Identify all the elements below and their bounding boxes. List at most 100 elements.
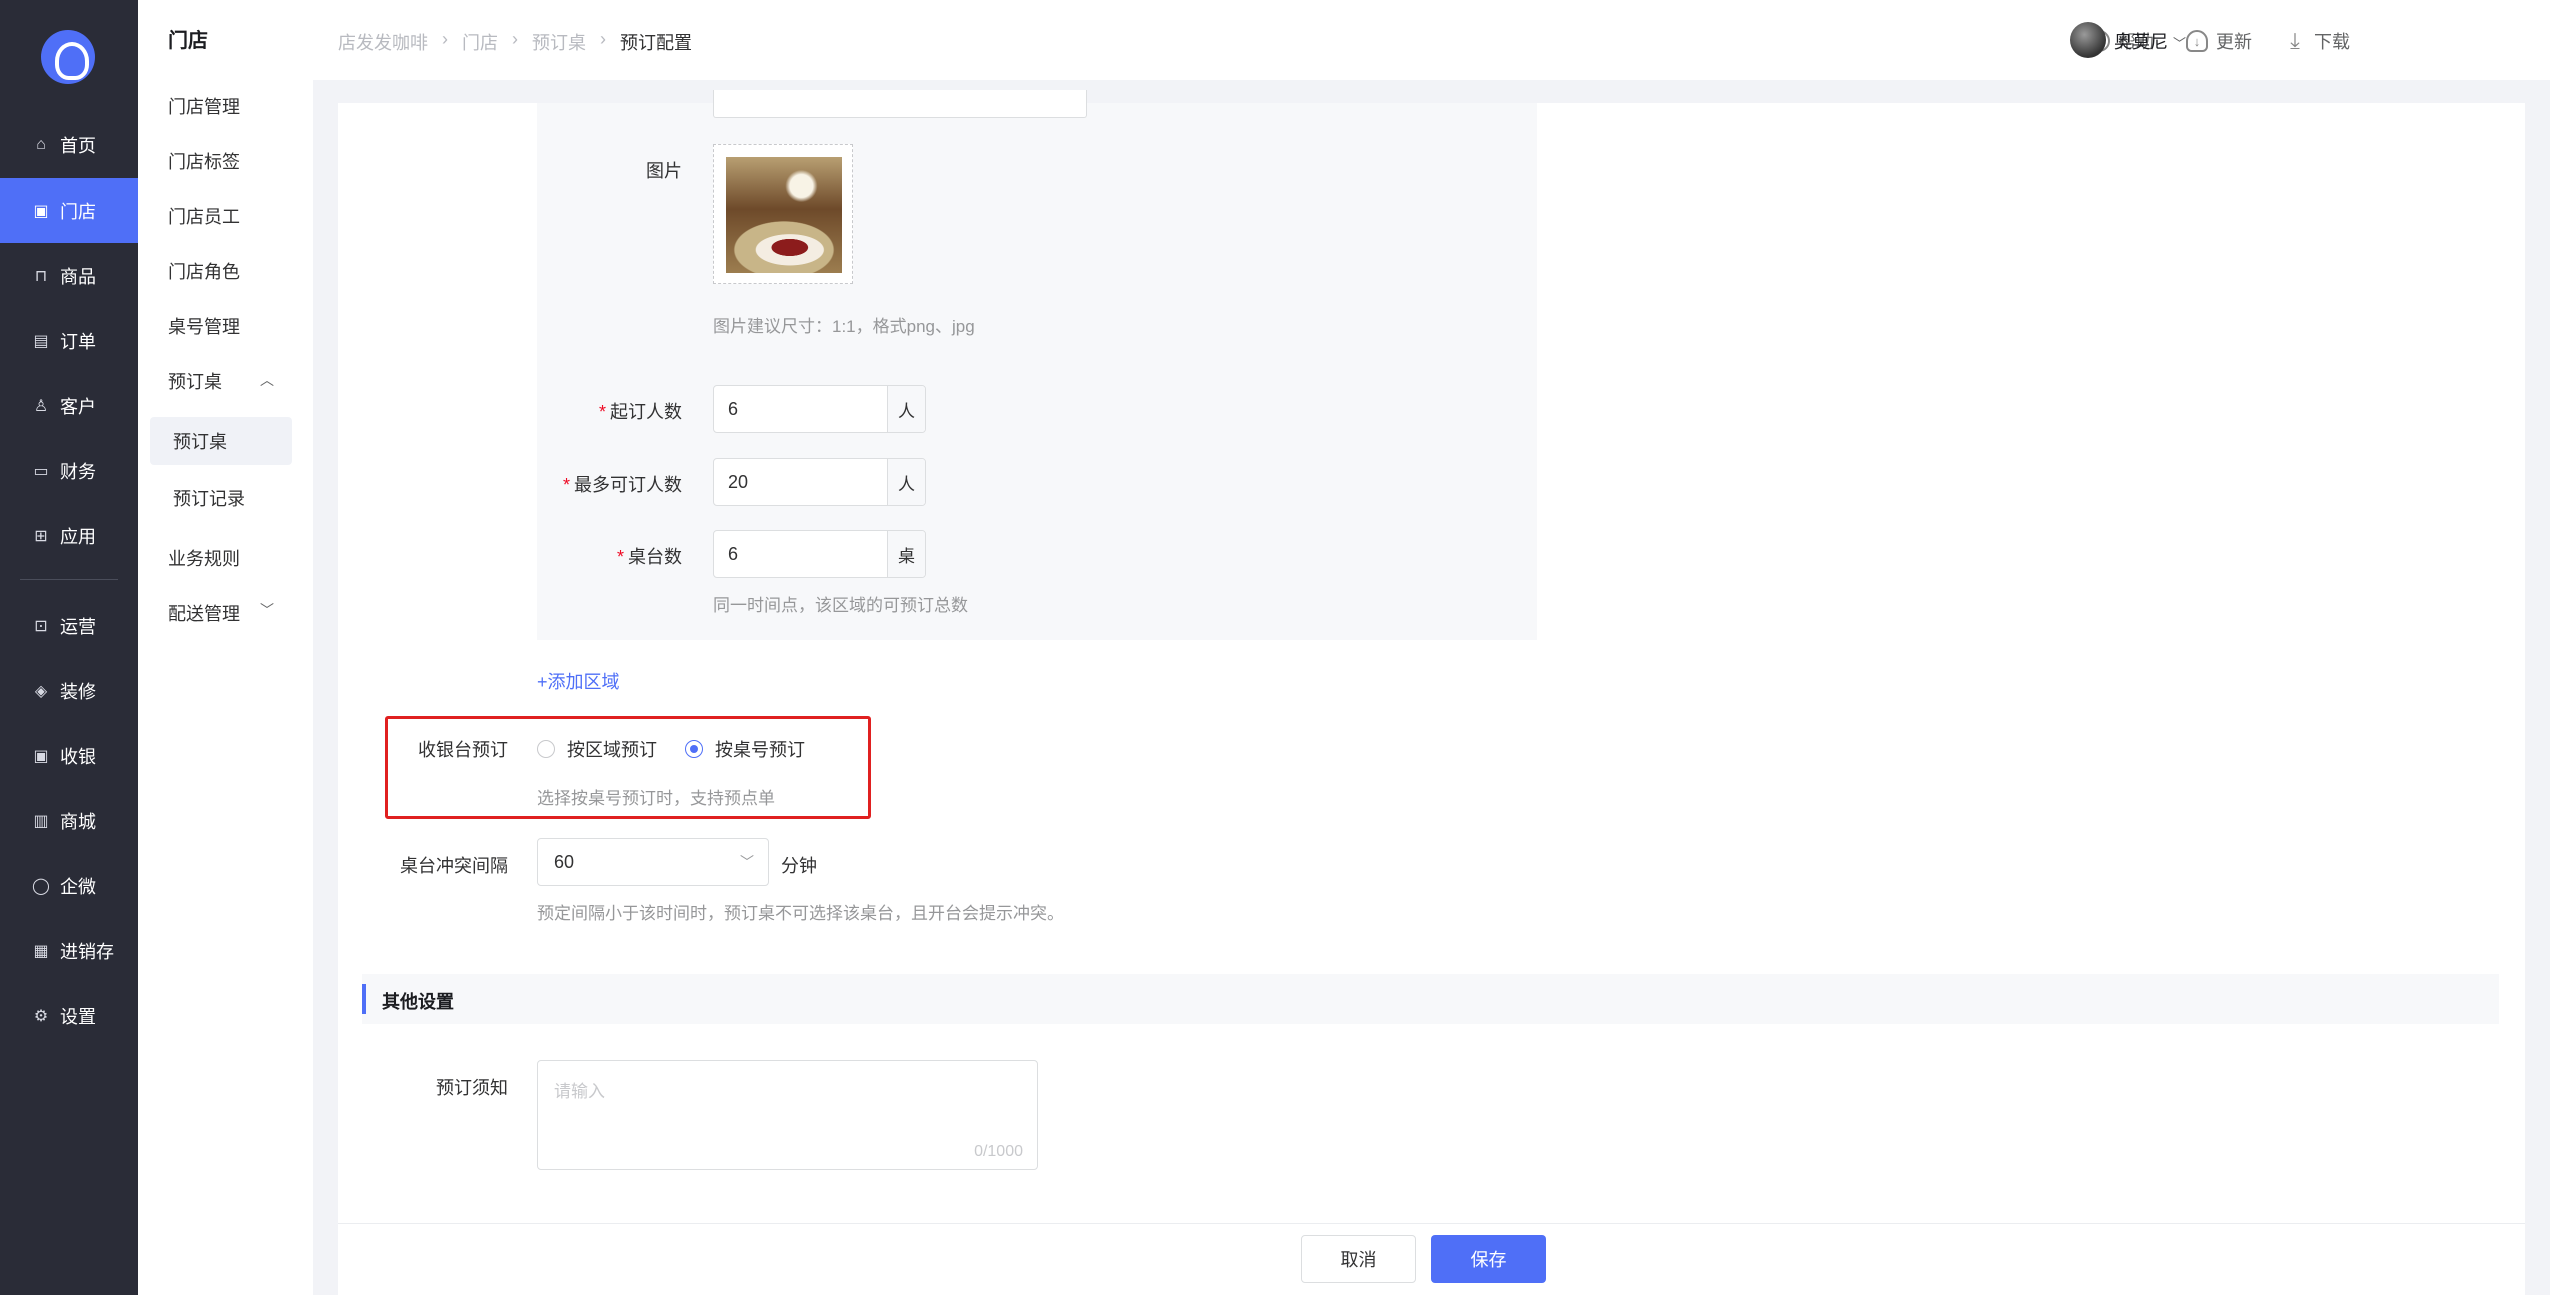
radio-by-table[interactable]: 按桌号预订: [685, 736, 805, 762]
save-button[interactable]: 保存: [1431, 1235, 1546, 1283]
image-label: 图片: [646, 161, 682, 181]
nav-item-home[interactable]: ⌂ 首页: [0, 112, 138, 177]
chevron-down-icon[interactable]: ﹀: [260, 600, 274, 620]
user-menu[interactable]: 奥莫尼 ﹀: [2114, 28, 2186, 54]
update-button[interactable]: ↓ 更新: [2186, 28, 2252, 54]
nav-item-decoration[interactable]: ◈ 装修: [0, 658, 138, 723]
cancel-button[interactable]: 取消: [1301, 1235, 1416, 1283]
tables-input[interactable]: 6桌: [713, 530, 926, 578]
breadcrumb-item[interactable]: 店发发咖啡: [338, 29, 428, 55]
subnav-group-delivery[interactable]: 配送管理: [168, 600, 240, 626]
area-config-box: [537, 103, 1537, 640]
subnav-group-reservation[interactable]: 预订桌: [168, 368, 222, 394]
nav-item-mall[interactable]: ▥ 商城: [0, 788, 138, 853]
radio-by-area[interactable]: 按区域预订: [537, 736, 657, 762]
store-icon: ▣: [33, 202, 49, 220]
nav-item-goods[interactable]: ⊓ 商品: [0, 243, 138, 308]
other-settings-section: 其他设置: [362, 974, 2499, 1024]
max-people-label: * 最多可订人数: [562, 475, 682, 495]
textarea-placeholder: 请输入: [554, 1082, 605, 1101]
nav-item-finance[interactable]: ▭ 财务: [0, 438, 138, 503]
user-name: 奥莫尼: [2114, 32, 2168, 52]
nav-label: 客户: [60, 396, 96, 417]
reservation-notice-textarea[interactable]: 请输入 0/1000: [537, 1060, 1038, 1170]
chevron-right-icon: ›: [442, 29, 448, 49]
tables-hint: 同一时间点，该区域的可预订总数: [713, 596, 968, 615]
home-icon: ⌂: [36, 135, 46, 153]
chevron-down-icon: ﹀: [740, 854, 754, 870]
nav-item-operation[interactable]: ⊡ 运营: [0, 593, 138, 658]
avatar[interactable]: [2070, 22, 2106, 58]
min-people-value[interactable]: 6: [714, 386, 887, 432]
nav-item-store[interactable]: ▣ 门店: [0, 178, 138, 243]
order-icon: ▤: [33, 332, 49, 350]
nav-label: 运营: [60, 616, 96, 637]
conflict-interval-select[interactable]: 60 ﹀: [537, 838, 769, 886]
radio-label: 按桌号预订: [715, 740, 805, 760]
cashier-hint: 选择按桌号预订时，支持预点单: [537, 789, 775, 808]
reservation-notice-label: 预订须知: [436, 1078, 508, 1098]
app-logo[interactable]: [41, 30, 95, 84]
image-upload[interactable]: [713, 144, 853, 284]
char-counter: 0/1000: [974, 1143, 1023, 1160]
max-people-value[interactable]: 20: [714, 459, 887, 505]
chevron-down-icon: ﹀: [2173, 36, 2187, 51]
max-people-label-text: 最多可订人数: [574, 475, 682, 495]
area-name-input[interactable]: [713, 90, 1087, 118]
table-setting-image[interactable]: [726, 157, 842, 273]
min-people-input[interactable]: 6人: [713, 385, 926, 433]
nav-label: 设置: [60, 1006, 96, 1027]
subnav-item-table-manage[interactable]: 桌号管理: [168, 313, 240, 339]
conflict-interval-label: 桌台冲突间隔: [400, 856, 508, 876]
min-people-label-text: 起订人数: [610, 402, 682, 422]
user-icon: ♙: [33, 397, 49, 415]
subnav-item-business-rules[interactable]: 业务规则: [168, 545, 240, 571]
radio-label: 按区域预订: [567, 740, 657, 760]
max-people-input[interactable]: 20 人: [713, 458, 926, 506]
nav-label: 企微: [60, 876, 96, 897]
nav-item-customers[interactable]: ♙ 客户: [0, 373, 138, 438]
chat-icon: ◯: [32, 877, 50, 895]
subnav-item-store-manage[interactable]: 门店管理: [168, 93, 240, 119]
image-hint: 图片建议尺寸：1:1，格式png、jpg: [713, 317, 975, 336]
subnav-item-reservation-table[interactable]: 预订桌: [150, 417, 292, 465]
download-label: 下载: [2314, 32, 2350, 52]
secondary-nav: 门店 门店管理 门店标签 门店员工 门店角色 桌号管理 预订桌 ︿ 预订桌 预订…: [138, 0, 313, 1295]
subnav-item-reservation-records[interactable]: 预订记录: [173, 485, 245, 511]
chevron-up-icon[interactable]: ︿: [260, 370, 274, 390]
conflict-interval-value: 60: [554, 851, 575, 872]
nav-item-inventory[interactable]: ▦ 进销存: [0, 918, 138, 983]
nav-item-settings[interactable]: ⚙ 设置: [0, 983, 138, 1048]
subnav-item-store-staff[interactable]: 门店员工: [168, 203, 240, 229]
nav-item-orders[interactable]: ▤ 订单: [0, 308, 138, 373]
nav-item-wecom[interactable]: ◯ 企微: [0, 853, 138, 918]
max-people-unit: 人: [887, 459, 925, 505]
settings-icon: ⚙: [33, 1007, 49, 1025]
chevron-right-icon: ›: [512, 29, 518, 49]
radio-circle-checked[interactable]: [685, 740, 703, 758]
tables-label: * 桌台数: [616, 547, 682, 567]
subnav-item-store-tags[interactable]: 门店标签: [168, 148, 240, 174]
nav-label: 财务: [60, 461, 96, 482]
layers-icon: ◈: [34, 682, 48, 700]
tables-label-text: 桌台数: [628, 547, 682, 567]
radio-circle[interactable]: [537, 740, 555, 758]
tables-value[interactable]: 6: [714, 531, 887, 577]
apps-icon: ⊞: [34, 527, 48, 545]
breadcrumb-current: 预订配置: [620, 33, 692, 53]
subnav-item-store-roles[interactable]: 门店角色: [168, 258, 240, 284]
download-button[interactable]: ⤓ 下载: [2284, 28, 2350, 54]
breadcrumb-item[interactable]: 门店: [462, 29, 498, 55]
top-bar: 店发发咖啡› 门店› 预订桌› 预订配置 ?帮助 ↓更新 ⤓下载 奥莫尼 ﹀: [313, 0, 2550, 80]
breadcrumb-item[interactable]: 预订桌: [532, 29, 586, 55]
add-area-link[interactable]: +添加区域: [537, 668, 620, 694]
cashier-icon: ▣: [33, 747, 49, 765]
nav-label: 应用: [60, 526, 96, 547]
nav-item-apps[interactable]: ⊞ 应用: [0, 503, 138, 568]
nav-divider: [20, 579, 118, 580]
nav-label: 装修: [60, 681, 96, 702]
footer-bar: 取消 保存: [338, 1223, 2525, 1295]
update-label: 更新: [2216, 32, 2252, 52]
nav-item-cashier[interactable]: ▣ 收银: [0, 723, 138, 788]
subnav-title: 门店: [168, 30, 208, 52]
